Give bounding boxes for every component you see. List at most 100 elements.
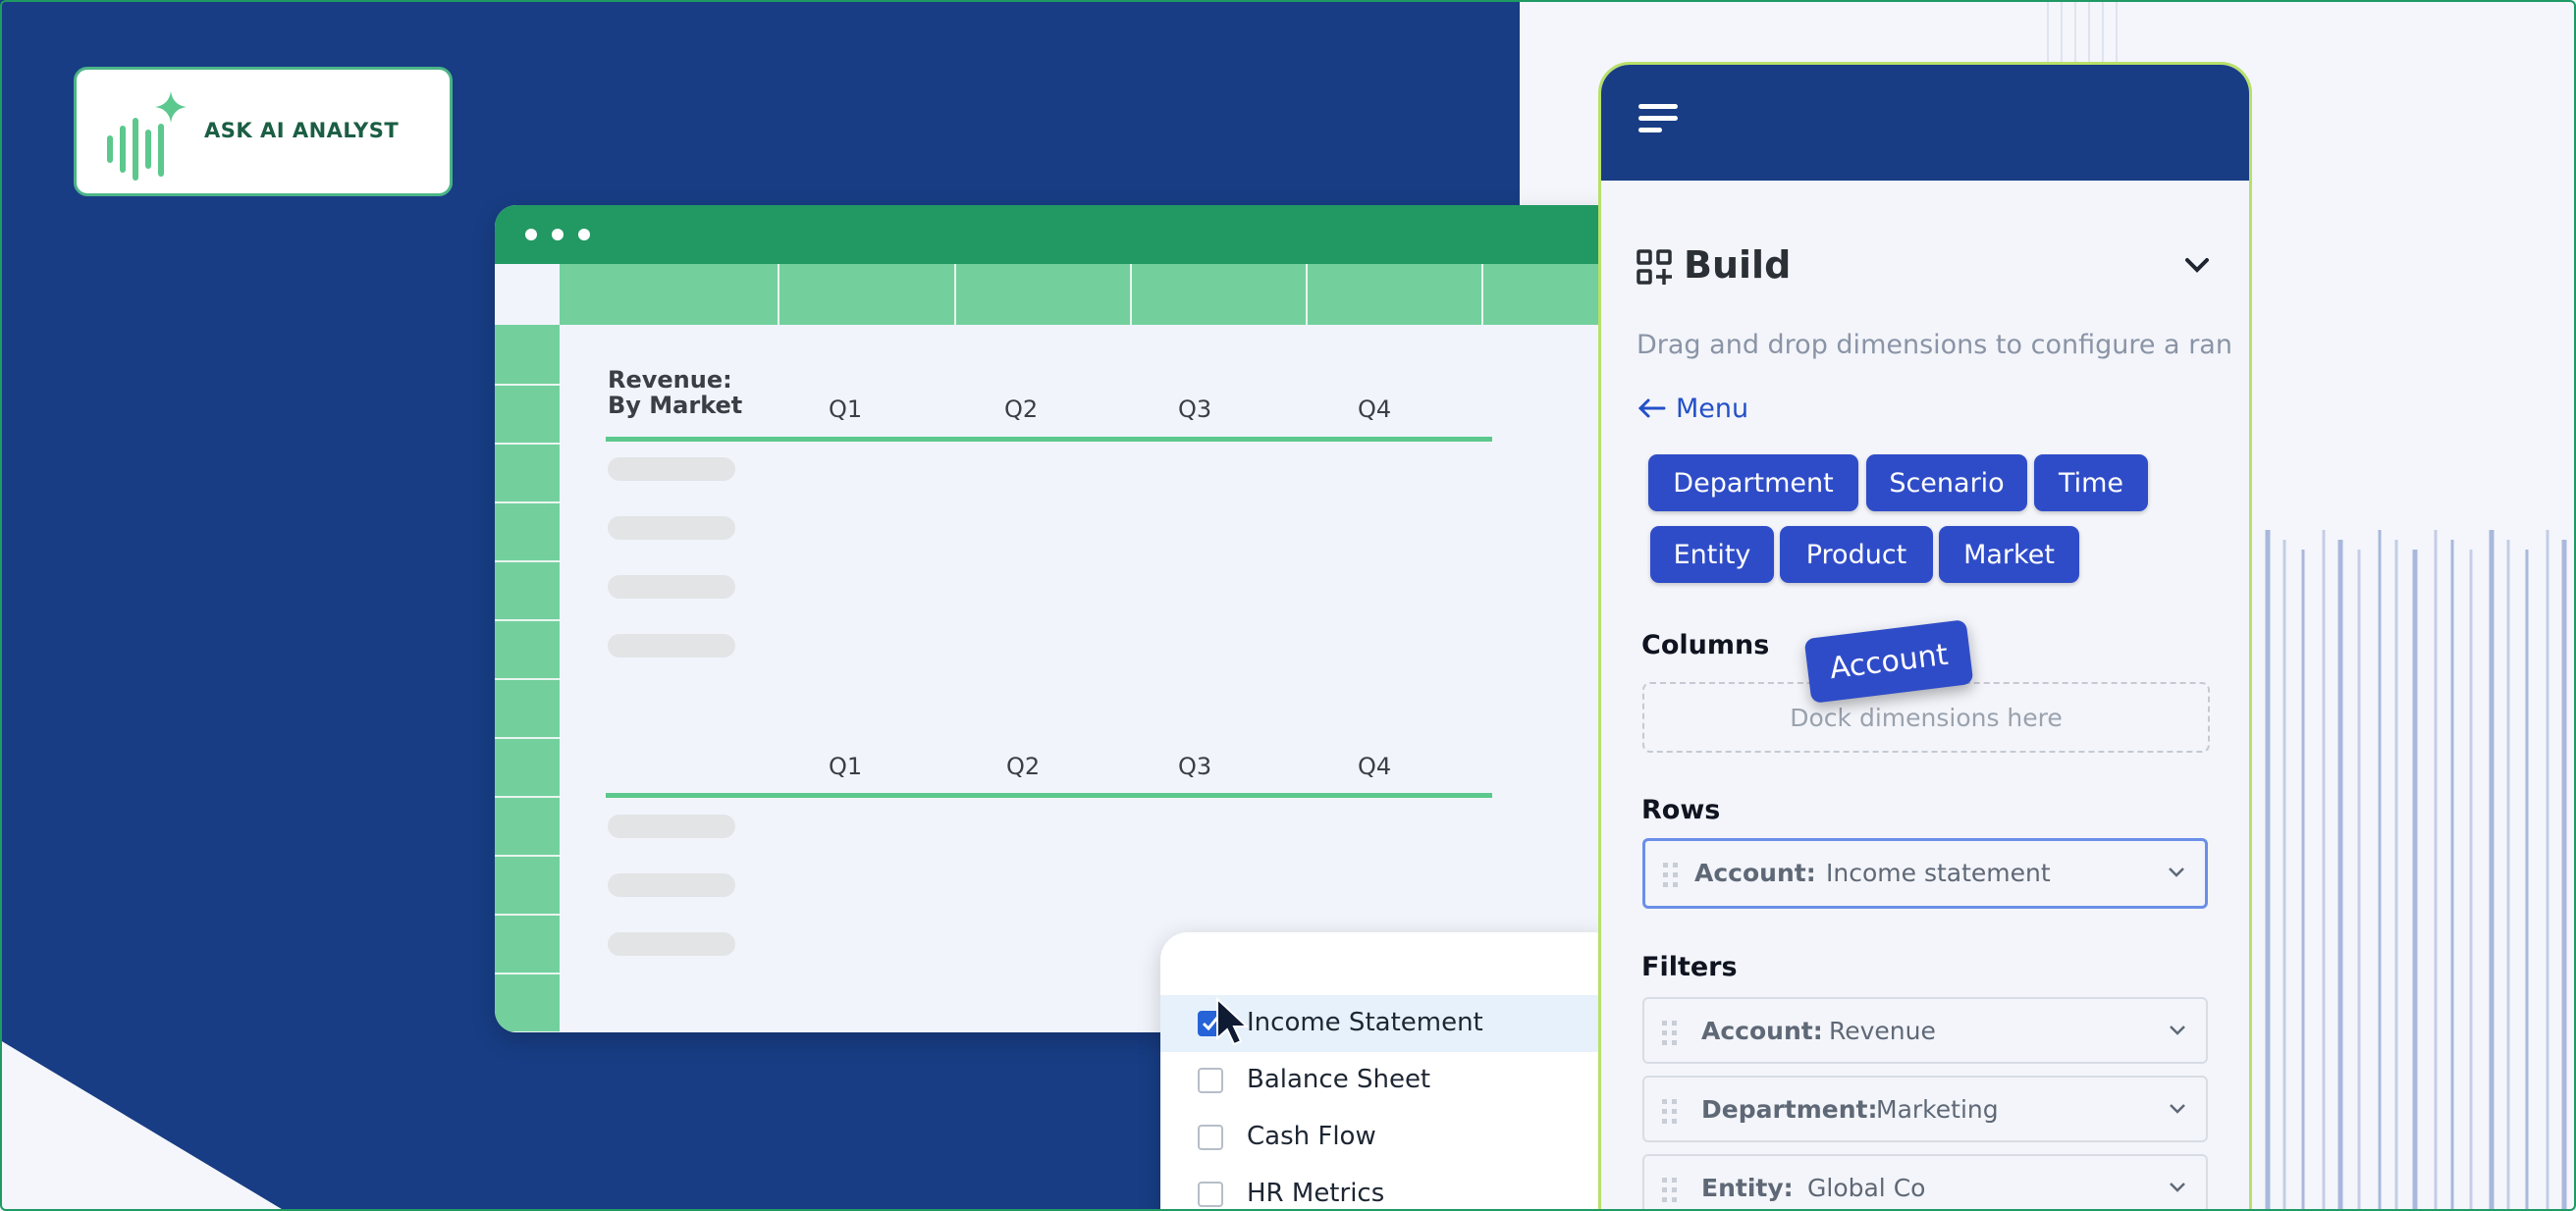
menu-link-label: Menu (1676, 394, 1749, 424)
row-divider (495, 501, 560, 503)
window-dot (525, 229, 537, 240)
window-dot (578, 229, 590, 240)
columns-label: Columns (1641, 630, 1770, 660)
quarter-header: Q3 (1178, 753, 1212, 780)
quarter-header: Q4 (1358, 395, 1392, 423)
filter-dropdown-department[interactable]: Department: Marketing (1642, 1076, 2208, 1142)
rows-dropdown-account[interactable]: Account: Income statement (1642, 838, 2208, 909)
quarter-header: Q1 (829, 395, 863, 423)
build-title: Build (1684, 243, 1792, 287)
checklist-label: HR Metrics (1247, 1179, 1385, 1208)
row-divider (495, 855, 560, 857)
spreadsheet-window: Revenue: By Market Q1 Q2 Q3 Q4 Q1 Q2 Q3 … (495, 205, 1634, 1032)
grid-add-icon (1637, 249, 1672, 285)
statement-checklist: Income Statement Balance Sheet Cash Flow… (1160, 932, 1620, 1211)
row-divider (495, 560, 560, 562)
ask-ai-label: ASK AI ANALYST (204, 119, 400, 142)
chevron-down-icon[interactable] (2184, 257, 2210, 273)
dimension-chip-market[interactable]: Market (1939, 526, 2079, 583)
dropdown-key: Account: (1694, 859, 1816, 887)
chevron-down-icon (2169, 868, 2184, 877)
header-rule (606, 437, 1492, 442)
row-divider (495, 678, 560, 680)
columns-dropzone[interactable]: Dock dimensions here (1642, 682, 2210, 753)
quarter-header: Q4 (1358, 753, 1392, 780)
column-divider (1130, 264, 1132, 325)
column-divider (954, 264, 956, 325)
dropdown-value: Marketing (1876, 1095, 1999, 1124)
decorative-bars (2265, 530, 2567, 1211)
column-divider (778, 264, 779, 325)
quarter-header: Q2 (1004, 395, 1039, 423)
chevron-down-icon (2170, 1026, 2185, 1035)
quarter-header: Q2 (1006, 753, 1041, 780)
drag-handle-icon[interactable] (1660, 1097, 1680, 1127)
dropdown-key: Entity: (1701, 1174, 1794, 1202)
build-instructions: Drag and drop dimensions to configure a … (1637, 330, 2232, 360)
dropdown-value: Revenue (1829, 1017, 1936, 1045)
drag-handle-icon[interactable] (1660, 1176, 1680, 1205)
dropdown-value: Income statement (1826, 859, 2051, 887)
placeholder-row (608, 516, 735, 540)
row-divider (495, 973, 560, 974)
sparkle-waveform-icon (107, 91, 187, 181)
checklist-label: Balance Sheet (1247, 1065, 1431, 1094)
dropdown-value: Global Co (1807, 1174, 1926, 1202)
rows-label: Rows (1641, 795, 1721, 825)
filters-label: Filters (1641, 952, 1738, 982)
row-divider (495, 384, 560, 386)
hero-illustration: ASK AI ANALYST Revenue: By Market Q1 Q2 … (0, 0, 2576, 1211)
row-divider (495, 796, 560, 798)
placeholder-row (608, 457, 735, 481)
panel-header (1601, 65, 2249, 181)
ask-ai-analyst-button[interactable]: ASK AI ANALYST (74, 67, 453, 196)
checkbox[interactable] (1198, 1125, 1223, 1150)
chevron-down-icon (2170, 1183, 2185, 1192)
row-divider (495, 914, 560, 916)
dimension-chip-department[interactable]: Department (1648, 454, 1858, 511)
placeholder-row (608, 932, 735, 956)
filter-dropdown-account[interactable]: Account: Revenue (1642, 997, 2208, 1064)
dimension-chip-scenario[interactable]: Scenario (1866, 454, 2027, 511)
column-header-bar (495, 264, 1634, 325)
column-divider (1306, 264, 1308, 325)
header-rule (606, 793, 1492, 798)
row-divider (495, 443, 560, 445)
revenue-by-market-label: Revenue: By Market (608, 366, 743, 419)
row-divider (495, 737, 560, 739)
placeholder-row (608, 815, 735, 838)
checklist-label: Income Statement (1247, 1008, 1483, 1037)
checklist-item-balance-sheet[interactable]: Balance Sheet (1160, 1052, 1620, 1109)
window-dot (552, 229, 564, 240)
quarter-header: Q3 (1178, 395, 1212, 423)
column-divider (1481, 264, 1483, 325)
dock-placeholder: Dock dimensions here (1790, 704, 2063, 732)
row-divider (495, 619, 560, 621)
placeholder-row (608, 634, 735, 658)
dimension-chip-time[interactable]: Time (2034, 454, 2148, 511)
decorative-bars-top (2047, 0, 2118, 69)
mouse-cursor-icon (1216, 997, 1250, 1046)
checkbox[interactable] (1198, 1182, 1223, 1207)
dimension-chip-product[interactable]: Product (1780, 526, 1933, 583)
drag-handle-icon[interactable] (1660, 1019, 1680, 1048)
build-panel: Build Drag and drop dimensions to config… (1598, 62, 2252, 1211)
dropdown-key: Department: (1701, 1095, 1878, 1124)
checkbox[interactable] (1198, 1068, 1223, 1093)
hamburger-menu-icon[interactable] (1638, 104, 1678, 135)
dimension-chip-entity[interactable]: Entity (1650, 526, 1774, 583)
dropdown-key: Account: (1701, 1017, 1823, 1045)
quarter-header: Q1 (829, 753, 863, 780)
sheet-corner-cell (495, 264, 560, 325)
row-divider (495, 1031, 560, 1032)
checklist-item-cash-flow[interactable]: Cash Flow (1160, 1109, 1620, 1166)
window-titlebar (495, 205, 1634, 264)
checklist-label: Cash Flow (1247, 1122, 1376, 1151)
placeholder-row (608, 575, 735, 599)
chevron-down-icon (2170, 1104, 2185, 1114)
arrow-left-icon (1637, 398, 1666, 418)
drag-handle-icon[interactable] (1661, 861, 1681, 890)
back-to-menu-link[interactable]: Menu (1637, 394, 1748, 424)
checklist-item-hr-metrics[interactable]: HR Metrics (1160, 1166, 1620, 1211)
filter-dropdown-entity[interactable]: Entity: Global Co (1642, 1154, 2208, 1211)
